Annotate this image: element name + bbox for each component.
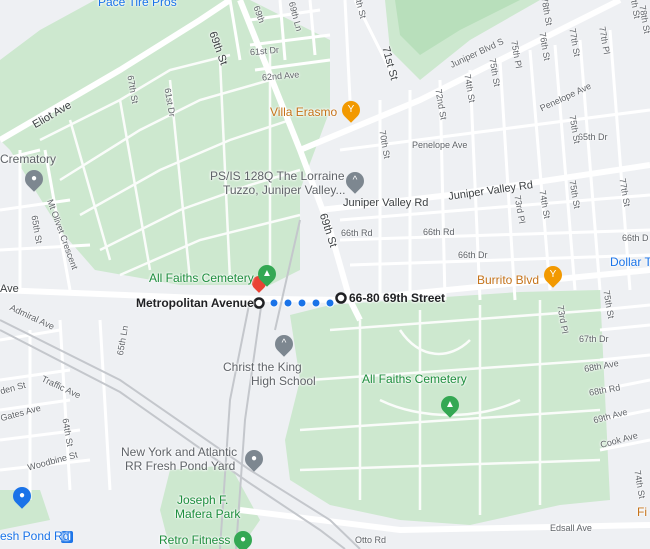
street-label-metro-ave: Ave — [0, 283, 19, 295]
street-label-penelope-ave: Penelope Ave — [412, 140, 468, 150]
street-label-66th-rd: 66th Rd — [341, 228, 373, 238]
place-label-mafera-line1[interactable]: Joseph F. — [177, 494, 228, 506]
street-label-edsall-ave: Edsall Ave — [550, 523, 592, 533]
place-label-ny-atlantic-line1[interactable]: New York and Atlantic — [121, 446, 237, 458]
place-label-ps128-line2[interactable]: Tuzzo, Juniper Valley... — [223, 184, 346, 196]
place-label-fresh-pond-rd[interactable]: esh Pond Rd — [0, 530, 69, 542]
place-label-christ-king-line2[interactable]: High School — [251, 375, 316, 387]
route-start-marker — [253, 297, 265, 309]
route-start-label[interactable]: Metropolitan Avenue — [136, 297, 254, 309]
place-label-ps128-line1[interactable]: PS/IS 128Q The Lorraine — [210, 170, 345, 182]
place-label-mafera-line2[interactable]: Mafera Park — [175, 508, 240, 520]
street-label-otto-rd: Otto Rd — [355, 535, 387, 545]
place-label-crematory[interactable]: Crematory — [0, 153, 56, 165]
place-label-dollar-tree[interactable]: Dollar T — [610, 256, 650, 268]
place-label-christ-king-line1[interactable]: Christ the King — [223, 361, 302, 373]
place-label-villa-erasmo[interactable]: Villa Erasmo — [270, 106, 337, 118]
route-end-label[interactable]: 66-80 69th Street — [349, 292, 445, 304]
place-label-burrito[interactable]: Burrito Blvd — [477, 274, 539, 286]
place-label-edge-f[interactable]: Fi — [637, 506, 647, 518]
street-label-65th-dr: 65th Dr — [578, 132, 608, 142]
place-label-retro-fitness[interactable]: Retro Fitness — [159, 534, 230, 546]
place-label-pace-tire[interactable]: Pace Tire Pros — [98, 0, 177, 8]
street-label-66th-dr-b: 66th D — [622, 233, 649, 243]
map-canvas[interactable]: ● Y ^ ▲ Y ^ ▲ ● ● ● M Pace Tire Pros Cre… — [0, 0, 650, 549]
place-label-ny-atlantic-line2[interactable]: RR Fresh Pond Yard — [125, 460, 235, 472]
place-label-all-faiths-top[interactable]: All Faiths Cemetery — [149, 272, 254, 284]
place-label-all-faiths-main[interactable]: All Faiths Cemetery — [362, 373, 467, 385]
street-label-juniper-valley-rd: Juniper Valley Rd — [343, 197, 429, 209]
street-label-66th-rd-b: 66th Rd — [423, 227, 455, 237]
street-label-67th-dr: 67th Dr — [579, 334, 609, 344]
route-end-marker — [335, 292, 347, 304]
street-label-66th-dr: 66th Dr — [458, 250, 488, 260]
